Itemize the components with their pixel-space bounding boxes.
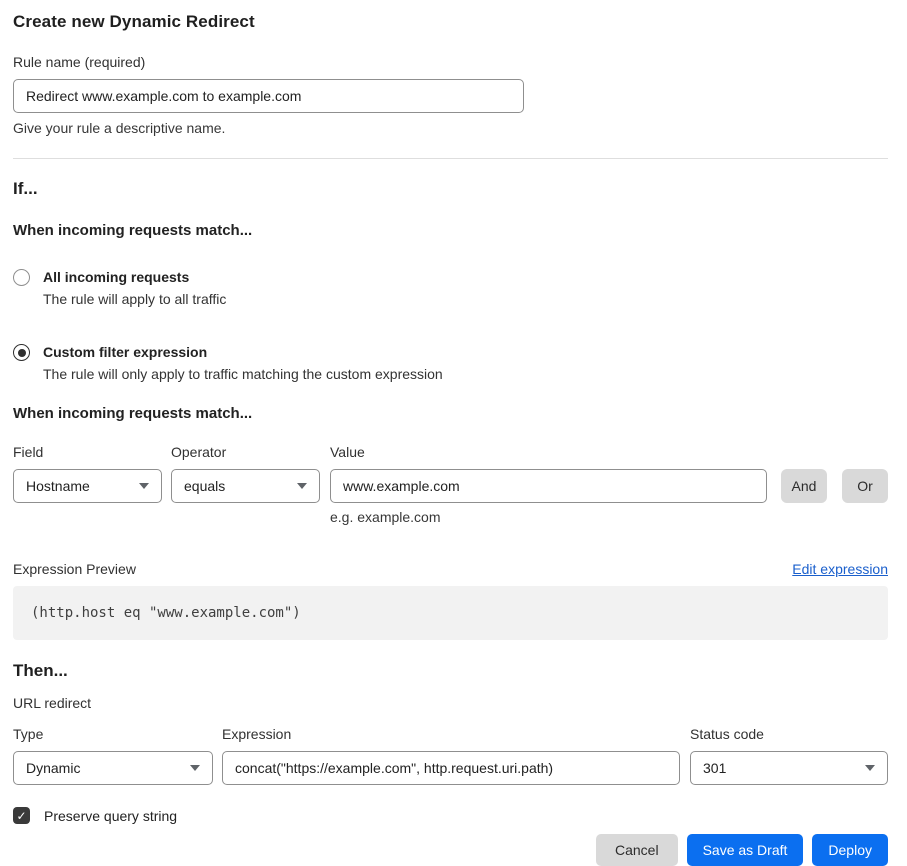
rule-name-input[interactable] (13, 79, 524, 113)
field-label: Field (13, 444, 171, 460)
then-controls-row: Dynamic 301 (13, 751, 888, 785)
type-select[interactable]: Dynamic (13, 751, 213, 785)
chevron-down-icon (139, 483, 149, 489)
expression-preview-box: (http.host eq "www.example.com") (13, 586, 888, 640)
status-code-select[interactable]: 301 (690, 751, 888, 785)
value-label: Value (330, 444, 767, 460)
preserve-query-checkbox[interactable]: ✓ (13, 807, 30, 824)
deploy-button[interactable]: Deploy (812, 834, 888, 866)
redirect-expression-input[interactable] (222, 751, 680, 785)
save-as-draft-button[interactable]: Save as Draft (687, 834, 804, 866)
then-heading: Then... (13, 661, 888, 681)
radio-all-requests-label: All incoming requests (43, 269, 226, 286)
preserve-query-label: Preserve query string (44, 808, 177, 824)
operator-select[interactable]: equals (171, 469, 320, 503)
radio-custom-filter-label: Custom filter expression (43, 344, 443, 361)
chevron-down-icon (865, 765, 875, 771)
type-label: Type (13, 726, 222, 742)
radio-option-texts: Custom filter expression The rule will o… (43, 344, 443, 382)
and-button[interactable]: And (781, 469, 827, 503)
page-title: Create new Dynamic Redirect (13, 12, 888, 32)
radio-all-requests[interactable] (13, 269, 30, 286)
value-help: e.g. example.com (330, 509, 888, 525)
radio-option-texts: All incoming requests The rule will appl… (43, 269, 226, 307)
operator-label: Operator (171, 444, 330, 460)
filter-match-heading: When incoming requests match... (13, 405, 888, 422)
field-select[interactable]: Hostname (13, 469, 162, 503)
status-code-select-value: 301 (703, 760, 726, 776)
operator-select-value: equals (184, 478, 225, 494)
radio-option-custom-filter[interactable]: Custom filter expression The rule will o… (13, 344, 888, 382)
create-dynamic-redirect-page: Create new Dynamic Redirect Rule name (r… (0, 0, 907, 859)
if-match-heading: When incoming requests match... (13, 222, 888, 239)
rule-name-label: Rule name (required) (13, 54, 888, 70)
value-input[interactable] (330, 469, 767, 503)
expression-preview-code: (http.host eq "www.example.com") (31, 605, 301, 621)
status-code-label: Status code (690, 726, 888, 742)
radio-custom-filter[interactable] (13, 344, 30, 361)
rule-name-help: Give your rule a descriptive name. (13, 120, 888, 136)
cancel-button[interactable]: Cancel (596, 834, 678, 866)
or-button[interactable]: Or (842, 469, 888, 503)
field-select-value: Hostname (26, 478, 90, 494)
filter-controls-row: Hostname equals And Or (13, 469, 888, 503)
radio-custom-filter-description: The rule will only apply to traffic matc… (43, 366, 443, 382)
chevron-down-icon (190, 765, 200, 771)
expression-preview-label: Expression Preview (13, 561, 136, 577)
radio-all-requests-description: The rule will apply to all traffic (43, 291, 226, 307)
if-heading: If... (13, 179, 888, 199)
type-select-value: Dynamic (26, 760, 80, 776)
radio-option-all-requests[interactable]: All incoming requests The rule will appl… (13, 269, 888, 307)
form-actions: Cancel Save as Draft Deploy (13, 834, 888, 866)
check-icon: ✓ (16, 810, 26, 822)
section-divider (13, 158, 888, 159)
expression-preview-header: Expression Preview Edit expression (13, 561, 888, 577)
request-match-radio-group: All incoming requests The rule will appl… (13, 269, 888, 382)
expression-label: Expression (222, 726, 690, 742)
edit-expression-link[interactable]: Edit expression (792, 561, 888, 577)
url-redirect-label: URL redirect (13, 695, 888, 711)
filter-labels-row: Field Operator Value (13, 444, 888, 460)
preserve-query-row[interactable]: ✓ Preserve query string (13, 807, 888, 824)
chevron-down-icon (297, 483, 307, 489)
then-labels-row: Type Expression Status code (13, 726, 888, 742)
